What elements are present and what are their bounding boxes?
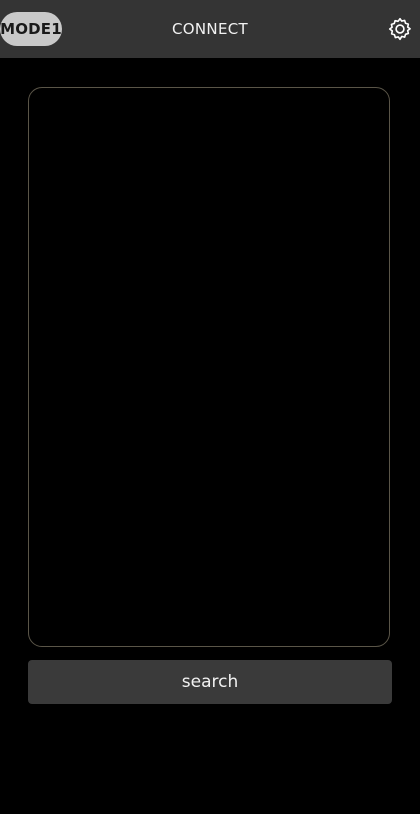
settings-button[interactable] bbox=[386, 15, 414, 43]
page-title: CONNECT bbox=[172, 20, 248, 38]
device-list-panel[interactable] bbox=[28, 87, 390, 647]
mode-button[interactable]: MODE1 bbox=[0, 12, 62, 46]
search-button[interactable]: search bbox=[28, 660, 392, 704]
top-bar: MODE1 CONNECT bbox=[0, 0, 420, 58]
gear-icon bbox=[388, 17, 411, 41]
